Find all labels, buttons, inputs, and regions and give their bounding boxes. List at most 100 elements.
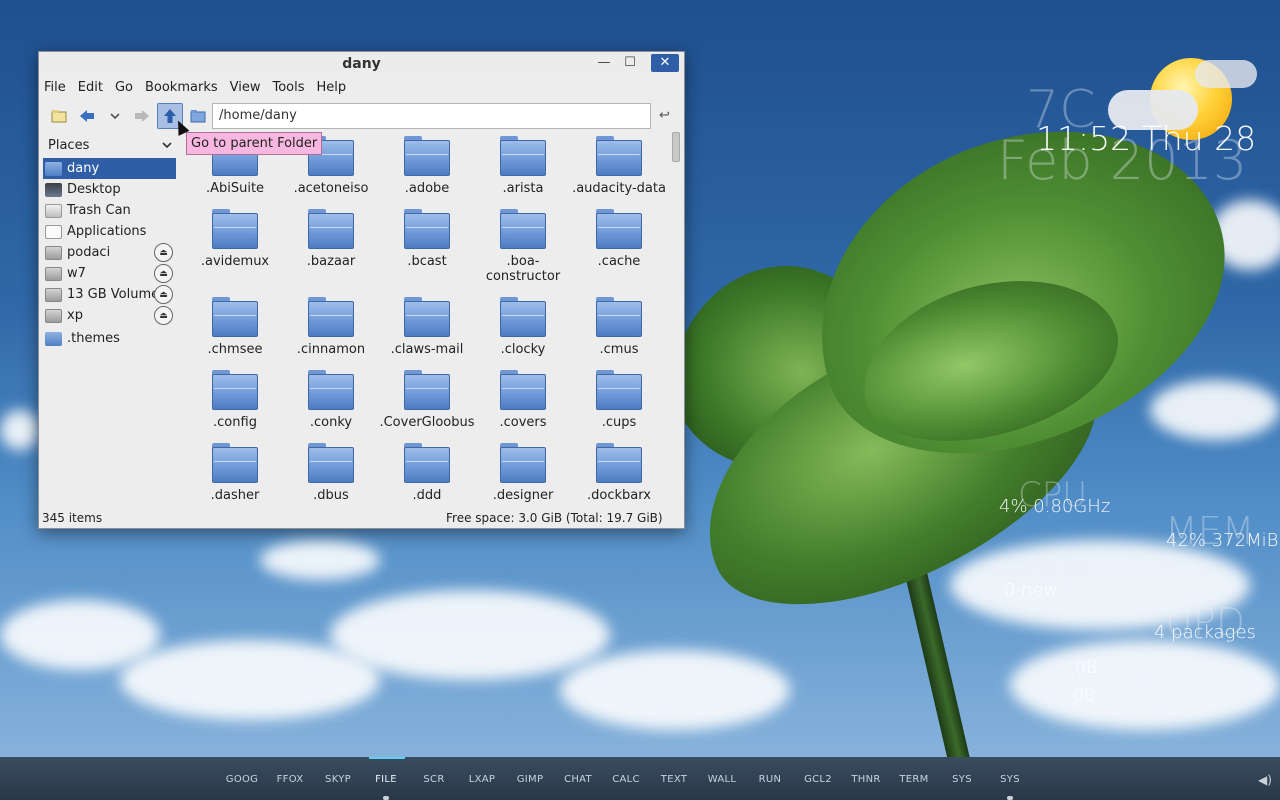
chevron-down-icon[interactable] [161,140,173,150]
drive-icon [45,308,62,323]
dock-item[interactable]: CHAT [564,774,592,785]
dock-item[interactable]: FFOX [277,774,304,785]
file-item[interactable]: .CoverGloobus [379,370,475,430]
sidebar-item-w7[interactable]: w7 ⏏ [39,263,181,284]
file-name: .covers [499,415,547,430]
file-item[interactable]: .claws-mail [379,297,475,357]
file-item[interactable]: .bcast [379,209,475,269]
sidebar-item-podaci[interactable]: podaci ⏏ [39,242,181,263]
eject-icon[interactable]: ⏏ [154,243,173,262]
dock-item[interactable]: THNR [851,774,880,785]
forward-icon[interactable] [129,103,155,129]
file-item[interactable]: .avidemux [187,209,283,269]
dock-item[interactable]: SYS [1000,774,1020,785]
dock-item[interactable]: TERM [899,774,928,785]
folder-icon [596,297,642,337]
home-folder-icon[interactable] [185,103,211,129]
address-bar[interactable]: /home/dany [212,103,651,129]
file-item[interactable]: .clocky [475,297,571,357]
close-button[interactable]: ✕ [651,54,679,72]
file-name: .clocky [500,342,546,357]
file-item[interactable]: .bazaar [283,209,379,269]
menu-help[interactable]: Help [317,80,347,95]
window-titlebar[interactable]: dany — ☐ ✕ [39,52,684,76]
folder-icon [212,209,258,249]
sidebar-item-applications[interactable]: Applications [39,221,181,242]
dock-item[interactable]: SCR [423,774,444,785]
minimize-button[interactable]: — [593,54,615,72]
eject-icon[interactable]: ⏏ [154,285,173,304]
file-item[interactable]: .dasher [187,443,283,503]
go-icon[interactable]: ↩ [659,108,670,123]
file-item[interactable]: .config [187,370,283,430]
menu-go[interactable]: Go [115,80,133,95]
sidebar-item-xp[interactable]: xp ⏏ [39,305,181,326]
back-icon[interactable] [74,103,100,129]
applications-icon [45,224,62,239]
dock-item[interactable]: SKYP [325,774,351,785]
dock-item[interactable]: RUN [759,774,782,785]
tooltip: Go to parent Folder [186,132,323,155]
file-name: .conky [309,415,353,430]
volume-icon[interactable]: ◀) [1258,773,1272,787]
desktop-icon [45,182,62,197]
folder-icon [404,209,450,249]
file-item[interactable]: .cmus [571,297,667,357]
maximize-button[interactable]: ☐ [619,54,641,72]
sidebar-item-themes[interactable]: .themes [39,328,181,349]
menu-tools[interactable]: Tools [272,80,304,95]
dock-item[interactable]: CALC [612,774,640,785]
file-item[interactable]: .ddd [379,443,475,503]
file-item[interactable]: .boa-constructor [475,209,571,284]
scrollbar[interactable] [671,132,681,508]
file-item[interactable]: .dbus [283,443,379,503]
menu-file[interactable]: File [44,80,66,95]
clock-time: 11:52 Thu 28 [1036,119,1257,158]
file-item[interactable]: .arista [475,136,571,196]
file-item[interactable]: .covers [475,370,571,430]
file-item[interactable]: .cache [571,209,667,269]
sidebar-item-label: Trash Can [67,203,131,218]
file-item[interactable]: .audacity-data [571,136,667,196]
places-header[interactable]: Places [39,132,181,158]
sidebar-item-label: xp [67,308,83,323]
file-item[interactable]: .dockbarx [571,443,667,503]
eject-icon[interactable]: ⏏ [154,264,173,283]
menu-edit[interactable]: Edit [78,80,103,95]
free-space: Free space: 3.0 GiB (Total: 19.7 GiB) [446,511,663,525]
dock-item[interactable]: FILE [375,774,397,785]
menu-view[interactable]: View [230,80,261,95]
file-item[interactable]: .cinnamon [283,297,379,357]
history-dropdown-icon[interactable] [102,103,128,129]
new-tab-icon[interactable] [46,103,72,129]
dock-item[interactable]: GCL2 [804,774,832,785]
dock-item[interactable]: GOOG [226,774,258,785]
statusbar: 345 items Free space: 3.0 GiB (Total: 19… [39,509,684,529]
file-item[interactable]: .chmsee [187,297,283,357]
scrollbar-thumb[interactable] [672,132,680,162]
dock-item[interactable]: LXAP [469,774,496,785]
dock-item[interactable]: TEXT [661,774,687,785]
dock-item[interactable]: GIMP [517,774,544,785]
folder-icon [596,370,642,410]
file-name-line2: constructor [485,269,561,284]
net-up-readout: 0B [1073,686,1095,706]
sidebar-item-13gb-volume[interactable]: 13 GB Volume ⏏ [39,284,181,305]
updates-readout: 4 packages [1154,622,1256,643]
dock-item[interactable]: WALL [708,774,737,785]
file-name: .dbus [313,488,349,503]
menu-bookmarks[interactable]: Bookmarks [145,80,218,95]
dock-item[interactable]: SYS [952,774,972,785]
file-item[interactable]: .adobe [379,136,475,196]
file-name: .acetoneiso [293,181,369,196]
places-sidebar: Places dany Desktop Trash Can Applicatio… [39,132,181,512]
sidebar-item-dany[interactable]: dany [43,158,176,179]
file-item[interactable]: .conky [283,370,379,430]
sidebar-item-desktop[interactable]: Desktop [39,179,181,200]
file-item[interactable]: .cups [571,370,667,430]
sidebar-item-trash[interactable]: Trash Can [39,200,181,221]
file-item[interactable]: .designer [475,443,571,503]
folder-icon [596,136,642,176]
file-manager-window: dany — ☐ ✕ File Edit Go Bookmarks View T… [38,51,685,529]
eject-icon[interactable]: ⏏ [154,306,173,325]
